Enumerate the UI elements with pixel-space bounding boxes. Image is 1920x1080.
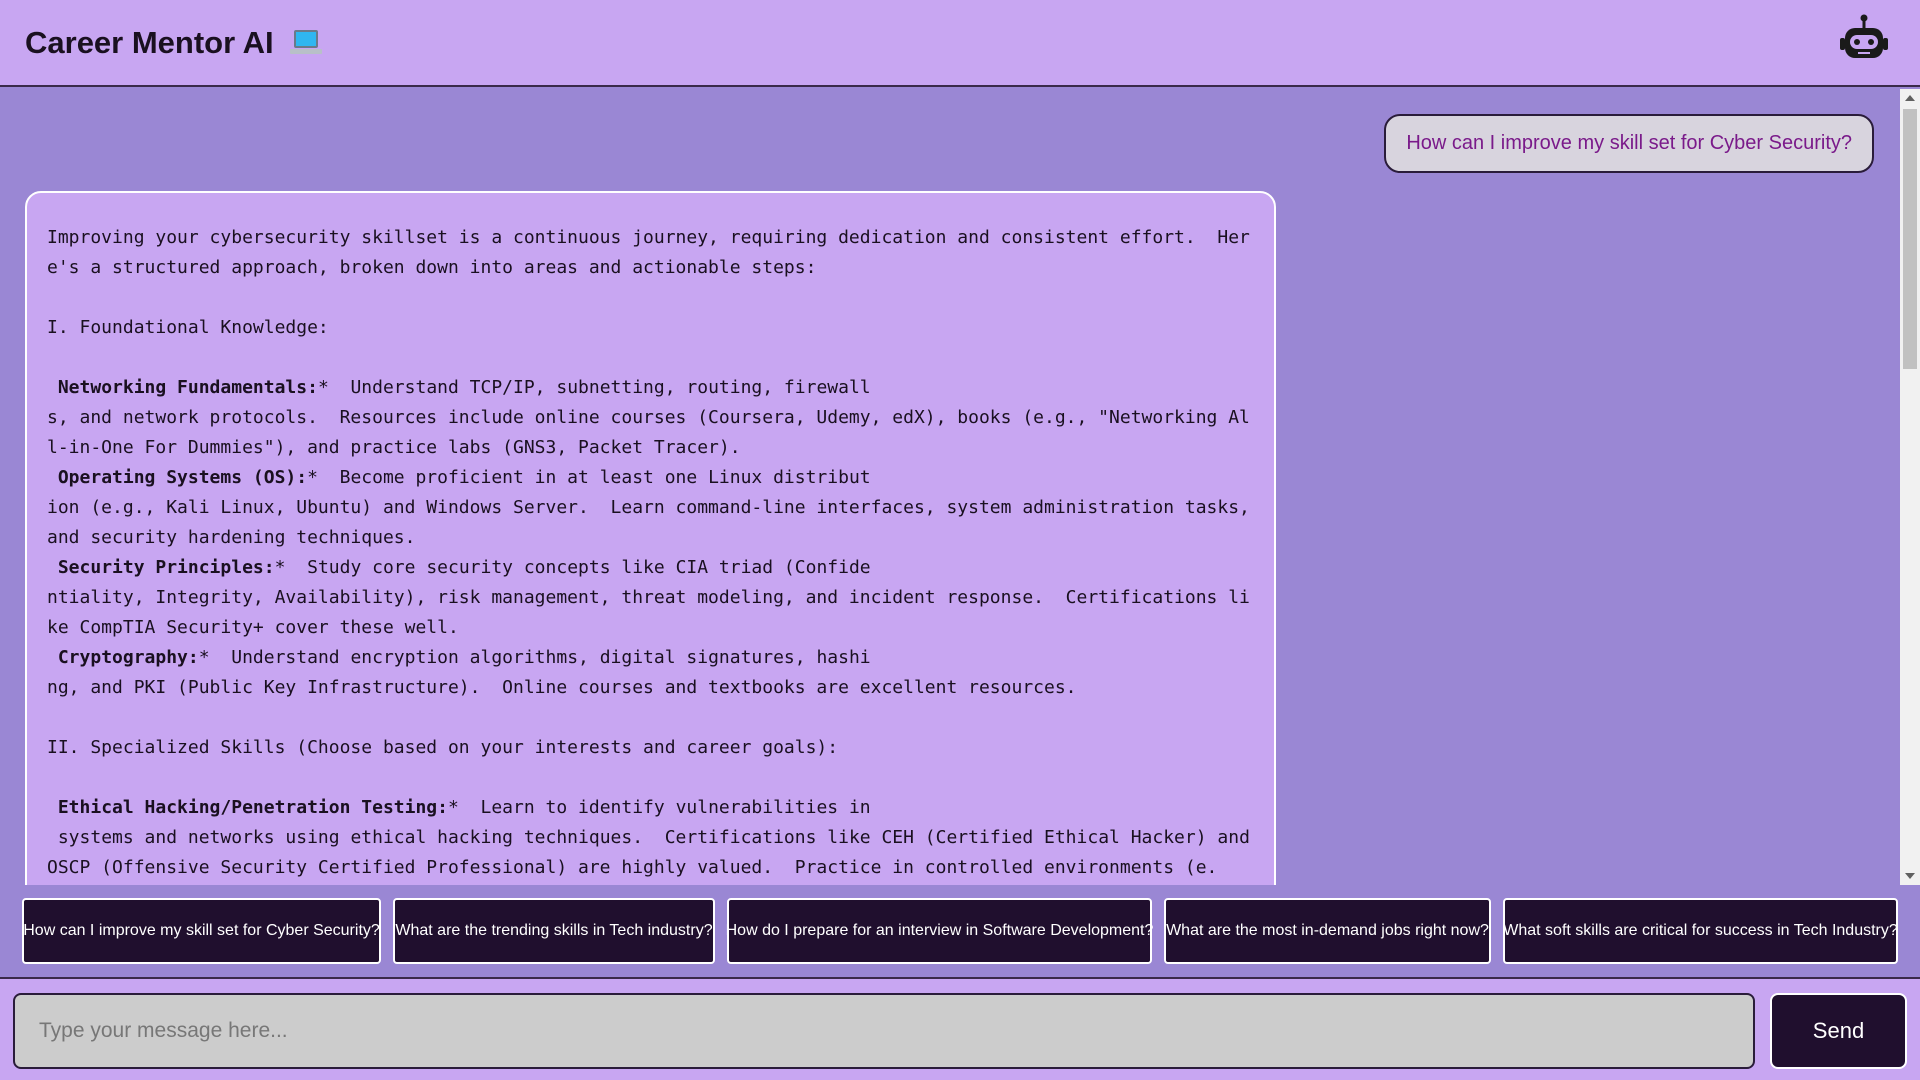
- item-text: s, and network protocols. Resources incl…: [47, 407, 1250, 458]
- bot-message: Improving your cybersecurity skillset is…: [25, 191, 1276, 885]
- section-heading: I. Foundational Knowledge:: [47, 317, 329, 338]
- suggestion-chip[interactable]: How can I improve my skill set for Cyber…: [22, 898, 381, 964]
- item-marker: *: [447, 797, 459, 818]
- item-text: Understand TCP/IP, subnetting, routing, …: [328, 377, 871, 398]
- item-text: ion (e.g., Kali Linux, Ubuntu) and Windo…: [47, 497, 1261, 548]
- item-text: systems and networks using ethical hacki…: [47, 827, 1261, 878]
- message-input[interactable]: [13, 993, 1755, 1069]
- suggestion-chip[interactable]: What soft skills are critical for succes…: [1503, 898, 1898, 964]
- item-marker: *: [198, 647, 210, 668]
- item-text: Learn to identify vulnerabilities in: [458, 797, 871, 818]
- item-marker: *: [274, 557, 286, 578]
- section-heading: II. Specialized Skills (Choose based on …: [47, 737, 839, 758]
- chat-area: How can I improve my skill set for Cyber…: [0, 89, 1920, 885]
- item-term: Ethical Hacking/Penetration Testing:: [57, 797, 448, 818]
- item-text: ng, and PKI (Public Key Infrastructure).…: [47, 677, 1077, 698]
- suggestion-chip[interactable]: What are the trending skills in Tech ind…: [393, 898, 715, 964]
- send-button[interactable]: Send: [1770, 993, 1907, 1069]
- item-text: Understand encryption algorithms, digita…: [209, 647, 871, 668]
- scrollbar-thumb[interactable]: [1903, 109, 1917, 369]
- item-text: Become proficient in at least one Linux …: [317, 467, 871, 488]
- bot-message-text: Improving your cybersecurity skillset is…: [47, 223, 1256, 883]
- item-term: Security Principles:: [57, 557, 275, 578]
- scroll-up-arrow-icon[interactable]: [1905, 95, 1915, 101]
- user-message: How can I improve my skill set for Cyber…: [1384, 114, 1874, 173]
- chat-scrollbar[interactable]: [1900, 89, 1920, 885]
- item-text: ntiality, Integrity, Availability), risk…: [47, 587, 1250, 638]
- item-marker: *: [317, 377, 329, 398]
- app-title: Career Mentor AI: [25, 24, 274, 60]
- item-term: Networking Fundamentals:: [57, 377, 318, 398]
- laptop-icon: [289, 28, 322, 58]
- item-term: Operating Systems (OS):: [57, 467, 308, 488]
- item-marker: *: [307, 467, 318, 488]
- scroll-down-arrow-icon[interactable]: [1905, 873, 1915, 879]
- app-header: Career Mentor AI: [0, 0, 1920, 87]
- suggestion-chip[interactable]: How do I prepare for an interview in Sof…: [726, 898, 1153, 964]
- suggestion-chip[interactable]: What are the most in-demand jobs right n…: [1164, 898, 1491, 964]
- item-term: Cryptography:: [57, 647, 199, 668]
- suggestion-bar: How can I improve my skill set for Cyber…: [0, 885, 1920, 977]
- item-text: Study core security concepts like CIA tr…: [285, 557, 871, 578]
- input-bar: Send: [0, 977, 1920, 1080]
- robot-icon: [1840, 14, 1888, 58]
- bot-intro: Improving your cybersecurity skillset is…: [47, 227, 1250, 278]
